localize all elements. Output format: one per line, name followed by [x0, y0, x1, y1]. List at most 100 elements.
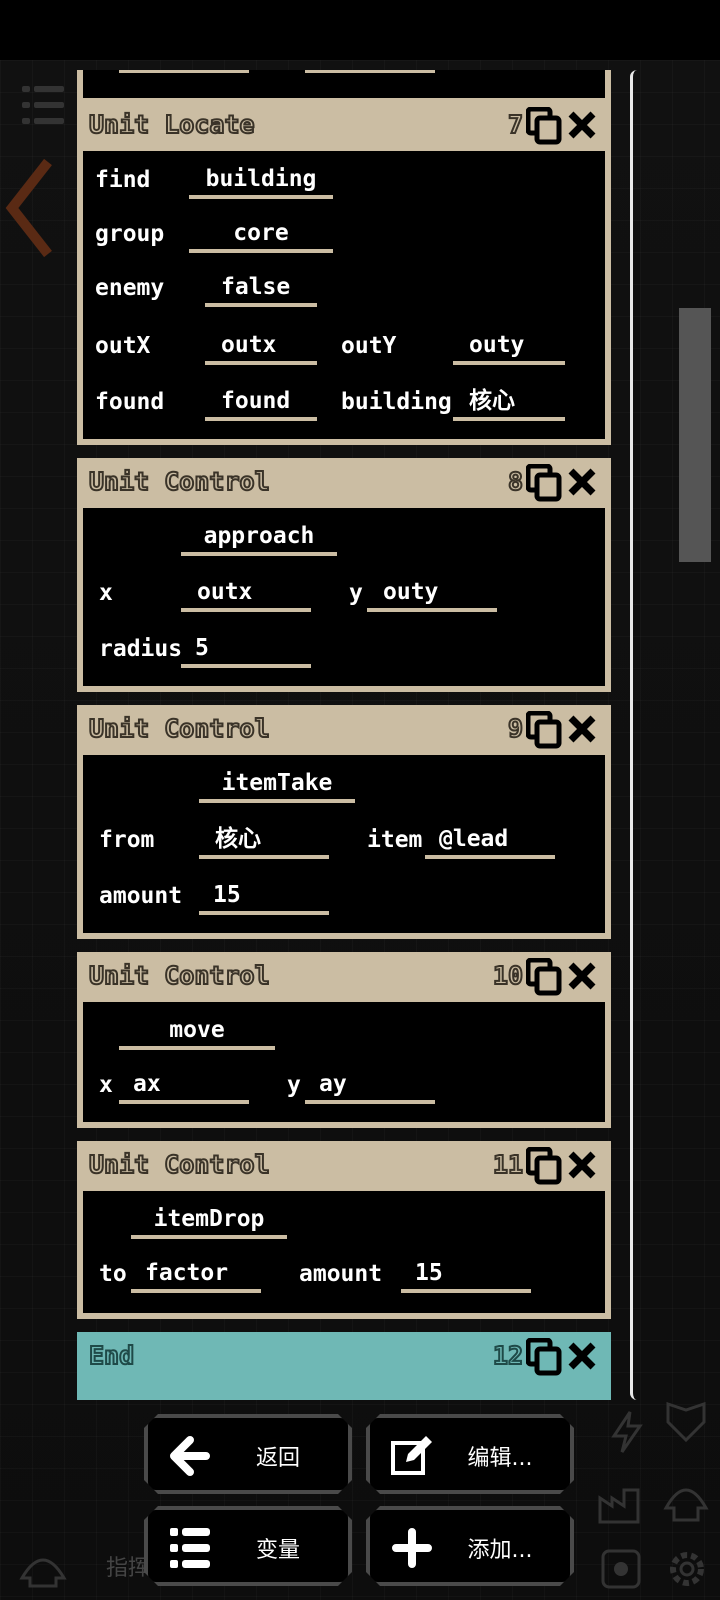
- y-label: y: [287, 1072, 301, 1098]
- variables-button[interactable]: 变量: [144, 1506, 352, 1586]
- block-index: 7: [507, 109, 524, 140]
- item-field[interactable]: @lead: [425, 825, 555, 859]
- factory-icon: [598, 1488, 640, 1524]
- previous-block-stub: [77, 70, 611, 104]
- outx-label: outX: [95, 333, 151, 359]
- enemy-label: enemy: [95, 275, 165, 301]
- scrollbar-thumb[interactable]: [679, 308, 711, 562]
- action-select[interactable]: approach: [181, 522, 337, 556]
- block-title: Unit Control: [88, 960, 271, 991]
- unit-locate-block[interactable]: Unit Locate 7 find building group core e…: [77, 101, 611, 445]
- close-icon[interactable]: [567, 961, 597, 991]
- add-button[interactable]: 添加...: [366, 1506, 574, 1586]
- y-label: y: [349, 580, 363, 606]
- copy-icon[interactable]: [526, 107, 562, 145]
- copy-icon[interactable]: [526, 1147, 562, 1185]
- amount-field[interactable]: 15: [199, 881, 329, 915]
- close-icon[interactable]: [567, 1341, 597, 1371]
- x-label: x: [99, 580, 113, 606]
- close-icon[interactable]: [567, 467, 597, 497]
- block-header[interactable]: End 12: [83, 1332, 605, 1382]
- back-button-label: 返回: [255, 1446, 300, 1471]
- outx-field[interactable]: outx: [205, 331, 317, 365]
- block-body: find building group core enemy false out…: [83, 151, 605, 439]
- close-icon[interactable]: [567, 110, 597, 140]
- item-label: item: [367, 827, 423, 853]
- block-header[interactable]: Unit Locate 7: [83, 101, 605, 151]
- block-index: 9: [507, 713, 524, 744]
- block-index: 11: [492, 1149, 524, 1180]
- block-title: End: [88, 1340, 135, 1371]
- block-header[interactable]: Unit Control 11: [83, 1141, 605, 1191]
- x-field[interactable]: ax: [119, 1070, 249, 1104]
- find-label: find: [95, 167, 151, 193]
- outy-label: outY: [341, 333, 397, 359]
- block-header[interactable]: Unit Control 8: [83, 458, 605, 508]
- to-label: to: [99, 1261, 127, 1287]
- amount-label: amount: [99, 883, 183, 909]
- block-body: move x ax y ay: [83, 1002, 605, 1122]
- edit-icon: [390, 1434, 434, 1478]
- group-select[interactable]: core: [189, 219, 333, 253]
- amount-label: amount: [299, 1261, 383, 1287]
- block-header[interactable]: Unit Control 10: [83, 952, 605, 1002]
- target-icon: [601, 1549, 641, 1589]
- edit-button-label: 编辑...: [467, 1446, 533, 1471]
- from-label: from: [99, 827, 155, 853]
- arrow-left-icon: [168, 1434, 212, 1478]
- edit-button[interactable]: 编辑...: [366, 1414, 574, 1494]
- from-field[interactable]: 核心: [199, 825, 329, 859]
- copy-icon[interactable]: [526, 711, 562, 749]
- outy-field[interactable]: outy: [453, 331, 565, 365]
- block-title: Unit Control: [88, 713, 271, 744]
- y-field[interactable]: ay: [305, 1070, 435, 1104]
- unit-icon: [663, 1488, 709, 1522]
- shield-icon: [666, 1401, 706, 1443]
- close-icon[interactable]: [567, 1150, 597, 1180]
- close-icon[interactable]: [567, 714, 597, 744]
- end-block[interactable]: End 12: [77, 1332, 611, 1400]
- back-arrow-icon[interactable]: [4, 158, 54, 258]
- block-body: approach x outx y outy radius 5: [83, 508, 605, 686]
- command-unit-icon: [19, 1558, 67, 1588]
- block-header[interactable]: Unit Control 9: [83, 705, 605, 755]
- building-field[interactable]: 核心: [453, 387, 565, 421]
- action-select[interactable]: itemTake: [199, 769, 355, 803]
- block-body: itemDrop to factor amount 15: [83, 1191, 605, 1313]
- found-field[interactable]: found: [205, 387, 317, 421]
- x-label: x: [99, 1072, 113, 1098]
- group-label: group: [95, 221, 165, 247]
- unit-control-itemtake-block[interactable]: Unit Control 9 itemTake from 核心 item @le…: [77, 705, 611, 939]
- logic-canvas[interactable]: Unit Locate 7 find building group core e…: [77, 70, 611, 1400]
- copy-icon[interactable]: [526, 1338, 562, 1376]
- building-label: building: [341, 389, 452, 415]
- find-select[interactable]: building: [189, 165, 333, 199]
- unit-control-itemdrop-block[interactable]: Unit Control 11 itemDrop to factor amoun…: [77, 1141, 611, 1319]
- enemy-field[interactable]: false: [205, 273, 317, 307]
- unit-control-approach-block[interactable]: Unit Control 8 approach x outx y outy ra…: [77, 458, 611, 692]
- block-index: 10: [492, 960, 524, 991]
- unit-control-move-block[interactable]: Unit Control 10 move x ax y ay: [77, 952, 611, 1128]
- x-field[interactable]: outx: [181, 578, 311, 612]
- settings-icon: [670, 1552, 704, 1586]
- copy-icon[interactable]: [526, 464, 562, 502]
- variables-button-label: 变量: [255, 1538, 300, 1563]
- radius-field[interactable]: 5: [181, 634, 311, 668]
- plus-icon: [390, 1526, 434, 1570]
- y-field[interactable]: outy: [367, 578, 497, 612]
- block-title: Unit Control: [88, 466, 271, 497]
- lightning-icon: [611, 1411, 643, 1453]
- copy-icon[interactable]: [526, 958, 562, 996]
- amount-field[interactable]: 15: [401, 1259, 531, 1293]
- list-icon: [168, 1526, 212, 1570]
- block-title: Unit Locate: [88, 109, 256, 140]
- action-select[interactable]: itemDrop: [131, 1205, 287, 1239]
- found-label: found: [95, 389, 165, 415]
- block-body: itemTake from 核心 item @lead amount 15: [83, 755, 605, 933]
- action-select[interactable]: move: [119, 1016, 275, 1050]
- block-title: Unit Control: [88, 1149, 271, 1180]
- menu-icon[interactable]: [22, 84, 64, 128]
- block-index: 12: [492, 1340, 524, 1371]
- back-button[interactable]: 返回: [144, 1414, 352, 1494]
- to-field[interactable]: factor: [131, 1259, 261, 1293]
